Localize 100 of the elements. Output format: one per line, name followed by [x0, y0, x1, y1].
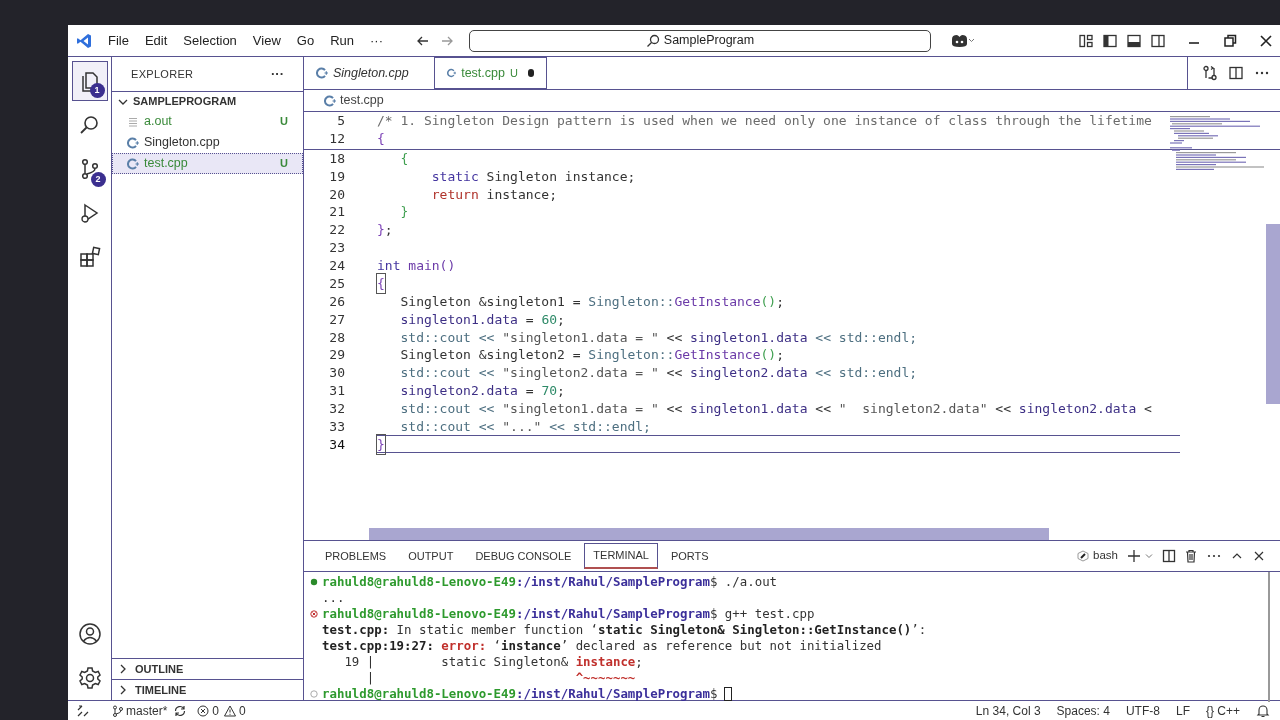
compare-changes-icon[interactable]	[1202, 65, 1218, 81]
error-icon	[197, 704, 210, 717]
command-center-search[interactable]: SampleProgram	[469, 29, 931, 52]
close-icon[interactable]	[1252, 549, 1266, 563]
branch-button[interactable]: master*	[112, 701, 168, 720]
toggle-sidebar-icon[interactable]	[1102, 32, 1118, 49]
code-line: std::cout << "singleton2.data = " << singleton2.data << std::endl;	[399, 364, 919, 382]
section-header[interactable]: OUTLINE	[112, 658, 303, 679]
editor-tab[interactable]: Singleton.cpp	[304, 57, 434, 89]
app-logo-icon	[76, 32, 92, 49]
sidebar-title: EXPLORER	[131, 66, 194, 82]
line-number: 20	[328, 185, 345, 204]
warning-count: 0	[239, 702, 246, 720]
code-line: std::cout << "singleton1.data = " << singleton1.data << std::endl;	[399, 328, 919, 347]
panel-tab[interactable]: PROBLEMS	[316, 543, 396, 569]
trash-icon[interactable]	[1184, 549, 1198, 563]
sticky-code-line: {	[377, 130, 386, 148]
settings-icon[interactable]	[77, 666, 102, 690]
remote-icon[interactable]	[76, 703, 90, 718]
copilot-icon[interactable]	[949, 32, 975, 49]
panel-tab[interactable]: OUTPUT	[399, 543, 463, 569]
terminal-output: test.cpp: In static member function ‘static Singleton& Singleton::GetInstance()’:	[322, 621, 927, 639]
error-count: 0	[212, 702, 220, 720]
file-name: test.cpp	[144, 155, 188, 173]
layout-customize-icon[interactable]	[1078, 32, 1094, 49]
restore-icon[interactable]	[1222, 32, 1238, 49]
more-actions-button[interactable]: ···	[271, 64, 284, 84]
terminal-output: ...	[322, 589, 345, 607]
line-number: 25	[328, 274, 345, 293]
menu-item[interactable]: File	[100, 28, 137, 53]
panel-tab[interactable]: DEBUG CONSOLE	[466, 543, 581, 569]
line-number: 23	[328, 239, 345, 258]
code-line: return instance;	[430, 185, 559, 204]
line-number: 5	[336, 112, 345, 131]
menu-item[interactable]: ···	[362, 28, 391, 53]
line-number: 12	[328, 130, 345, 149]
menu-item[interactable]: Go	[288, 28, 323, 53]
file-row[interactable]: a.out U	[112, 111, 303, 132]
terminal-output: | ^~~~~~~~	[365, 669, 636, 687]
line-number: 18	[328, 149, 345, 168]
terminal-prompt: rahuld8@rahuld8-Lenovo-E49:/inst/Rahul/SampleProgram$	[322, 684, 733, 704]
code-line: }	[399, 203, 410, 222]
toggle-panel-icon[interactable]	[1126, 32, 1142, 49]
line-number: 33	[328, 417, 345, 436]
status-item[interactable]: LF	[1175, 701, 1190, 720]
sync-icon[interactable]	[173, 703, 188, 718]
vertical-scrollbar[interactable]	[1266, 224, 1280, 404]
code-line: int main()	[377, 257, 457, 275]
new-terminal-plus-icon[interactable]	[1126, 548, 1142, 564]
status-item[interactable]: UTF-8	[1125, 701, 1160, 720]
split-terminal-icon[interactable]	[1162, 549, 1176, 563]
text-file-icon	[127, 115, 139, 128]
line-number: 22	[328, 221, 345, 240]
panel-tab[interactable]: TERMINAL	[584, 543, 658, 569]
activity-bar-button[interactable]: 2	[71, 149, 108, 189]
warning-icon	[224, 704, 237, 717]
code-line: };	[377, 221, 394, 239]
cpp-file-icon	[127, 157, 139, 170]
panel-tab[interactable]: PORTS	[661, 543, 718, 569]
status-item[interactable]: Spaces: 4	[1056, 701, 1110, 720]
code-line: std::cout << "..." << std::endl;	[399, 417, 652, 436]
toggle-secondary-sidebar-icon[interactable]	[1150, 32, 1166, 49]
branch-icon	[112, 704, 124, 717]
terminal-prompt: rahuld8@rahuld8-Lenovo-E49:/inst/Rahul/SampleProgram$ g++ test.cpp	[322, 604, 815, 623]
bell-icon[interactable]	[1256, 703, 1270, 718]
line-number: 28	[328, 328, 345, 347]
line-number: 19	[328, 167, 345, 186]
horizontal-scrollbar[interactable]	[369, 528, 1049, 540]
line-number: 31	[328, 382, 345, 401]
breadcrumb-item[interactable]: test.cpp	[340, 91, 384, 110]
menu-item[interactable]: Run	[322, 28, 362, 53]
line-number: 34	[328, 435, 345, 454]
cpp-file-icon	[447, 67, 457, 79]
shell-name: bash	[1093, 548, 1118, 564]
file-row[interactable]: Singleton.cpp	[112, 132, 303, 153]
code-line: std::cout << "singleton1.data = " << singleton1.data << " singleton2.data" << singleton2.data <	[399, 399, 1153, 418]
command-center-text: SampleProgram	[663, 32, 755, 50]
search-icon	[645, 33, 660, 48]
status-item[interactable]: {} C++	[1205, 701, 1240, 720]
status-item[interactable]: Ln 34, Col 3	[975, 701, 1041, 720]
editor-tab[interactable]: test.cpp U	[434, 57, 547, 89]
split-editor-icon[interactable]	[1228, 65, 1244, 81]
code-line: Singleton &singleton1 = Singleton::GetInstance();	[399, 292, 785, 311]
code-line: singleton1.data = 60;	[399, 310, 566, 329]
file-name: a.out	[144, 113, 172, 131]
line-number: 32	[328, 399, 345, 418]
terminal-prompt: rahuld8@rahuld8-Lenovo-E49:/inst/Rahul/SampleProgram$ ./a.out	[322, 572, 778, 591]
problems-button[interactable]: 0 0	[197, 701, 246, 720]
menu-item[interactable]: View	[244, 28, 289, 53]
activity-bar-button[interactable]: 1	[71, 61, 108, 101]
menu-item[interactable]: Selection	[175, 28, 245, 53]
account-icon[interactable]	[77, 622, 102, 646]
file-row[interactable]: test.cpp U	[112, 153, 303, 174]
folder-header[interactable]: SAMPLEPROGRAM	[112, 91, 303, 111]
close-icon[interactable]	[1258, 32, 1274, 49]
tab-label: Singleton.cpp	[333, 64, 409, 82]
line-number: 21	[328, 203, 345, 222]
file-name: Singleton.cpp	[144, 134, 220, 152]
menu-item[interactable]: Edit	[136, 28, 176, 53]
code-line: }	[377, 435, 1180, 454]
